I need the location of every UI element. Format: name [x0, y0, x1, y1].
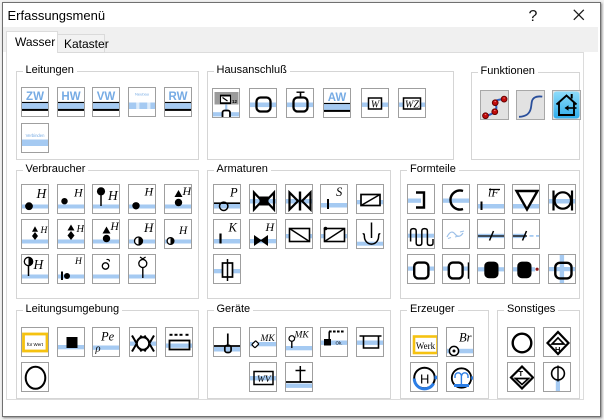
svg-text:H: H [36, 186, 48, 201]
svg-text:Pe: Pe [100, 330, 115, 344]
svg-text:Werk: Werk [415, 341, 435, 351]
svg-text:HW: HW [61, 91, 80, 103]
svg-text:lF: lF [488, 185, 499, 199]
svg-text:T: T [519, 369, 524, 378]
svg-text:H: H [74, 257, 83, 267]
svg-text:H: H [420, 371, 429, 386]
svg-text:H: H [75, 224, 84, 235]
svg-text:H: H [40, 226, 49, 236]
svg-text:H: H [181, 185, 191, 198]
svg-text:Ok.: Ok. [336, 341, 343, 346]
svg-text:Neubau: Neubau [135, 92, 149, 97]
svg-text:MK: MK [293, 331, 309, 341]
svg-text:RW: RW [168, 91, 187, 103]
svg-text:VW: VW [97, 91, 116, 103]
svg-text:H: H [178, 225, 188, 237]
svg-text:H: H [143, 220, 154, 235]
svg-text:K: K [228, 220, 238, 234]
svg-text:ZW: ZW [26, 91, 44, 103]
svg-text:S: S [336, 185, 343, 199]
svg-text:Br: Br [459, 331, 472, 345]
svg-text:für Wert: für Wert [27, 342, 44, 347]
svg-text:AW: AW [328, 92, 347, 104]
svg-text:H: H [73, 185, 84, 199]
svg-text:P: P [229, 185, 238, 199]
svg-text:12: 12 [232, 99, 238, 104]
svg-text:H: H [555, 345, 560, 354]
svg-text:ρ: ρ [95, 344, 101, 355]
svg-text:H: H [110, 221, 120, 233]
svg-text:WZ: WZ [405, 99, 419, 110]
svg-text:Verbinden: Verbinden [26, 133, 46, 138]
svg-text:WV: WV [257, 375, 272, 385]
svg-text:H: H [264, 220, 275, 234]
svg-text:MK: MK [259, 334, 275, 344]
svg-text:H: H [33, 257, 45, 272]
svg-text:H: H [144, 185, 155, 199]
svg-text:H: H [107, 188, 119, 203]
